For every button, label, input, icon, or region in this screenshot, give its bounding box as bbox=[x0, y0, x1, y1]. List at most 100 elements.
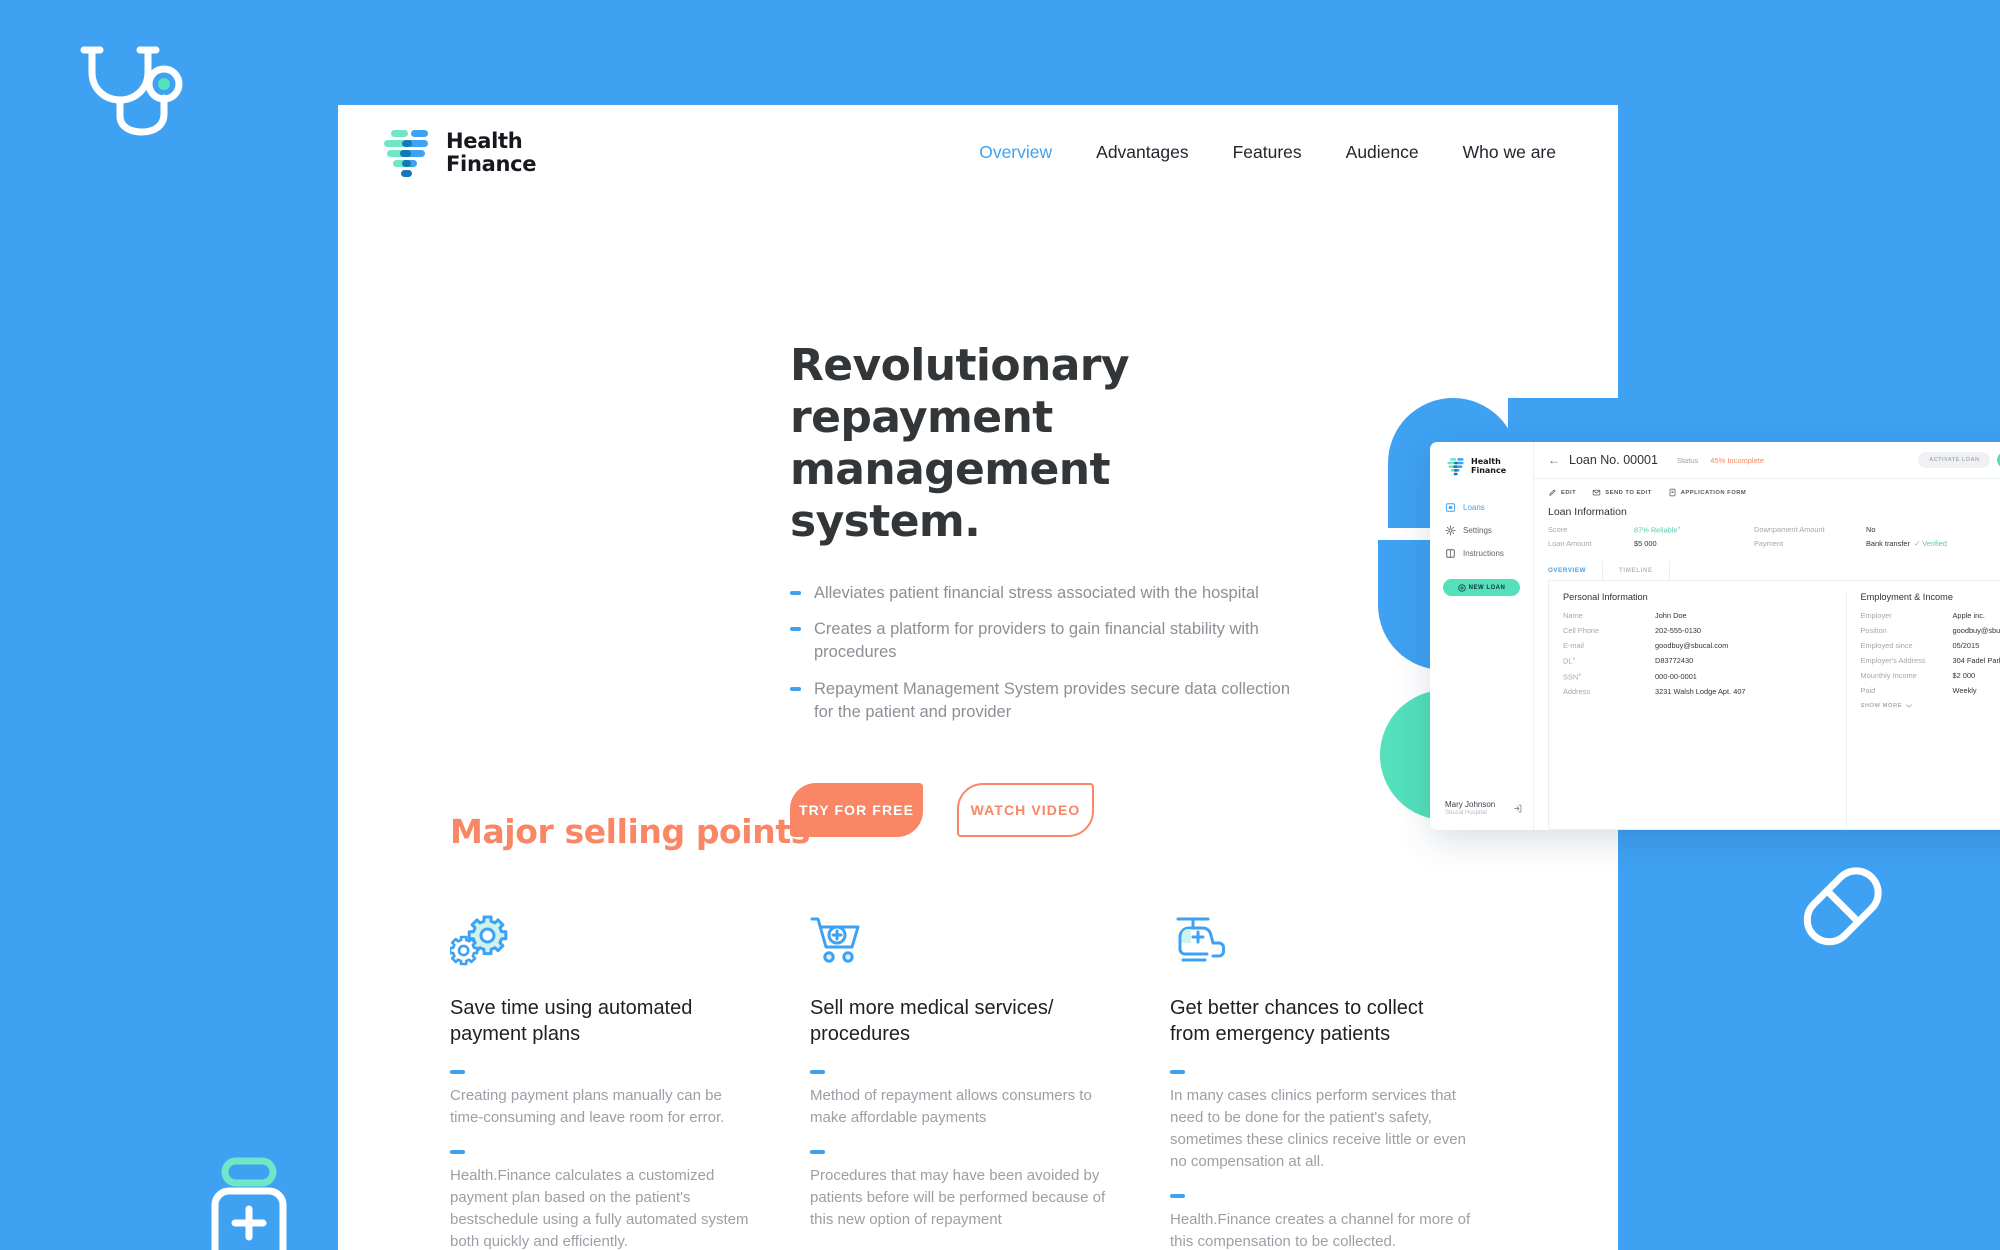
try-for-free-button[interactable]: TRY FOR FREE bbox=[790, 783, 923, 837]
show-more-label: SHOW MORE bbox=[1860, 703, 1903, 710]
divider-dash bbox=[1170, 1069, 1185, 1074]
field-value: John Doe bbox=[1655, 611, 1687, 621]
topbar-actions: ACTIVATE LOAN APPROVE LOAN DECLINE LOAN bbox=[1918, 452, 2000, 468]
sidebar-item-label: Loans bbox=[1463, 503, 1485, 512]
field-key: Mounthly Income bbox=[1860, 671, 1917, 681]
new-loan-button[interactable]: NEW LOAN bbox=[1443, 579, 1520, 596]
edit-button[interactable]: EDIT bbox=[1548, 488, 1576, 497]
selling-point-card: Get better chances to collect from emerg… bbox=[1170, 913, 1530, 1250]
loans-icon bbox=[1445, 503, 1456, 512]
edit-label: EDIT bbox=[1561, 489, 1577, 496]
nav-item-features[interactable]: Features bbox=[1233, 142, 1302, 163]
logout-icon[interactable] bbox=[1512, 803, 1523, 814]
app-brand-line2: Finance bbox=[1471, 465, 1507, 475]
brand-logo[interactable]: Health Finance bbox=[378, 127, 537, 179]
book-icon bbox=[1446, 549, 1455, 558]
card-paragraph: Health.Finance creates a channel for mor… bbox=[1170, 1210, 1471, 1250]
send-to-edit-label: SEND TO EDIT bbox=[1605, 489, 1652, 496]
loan-information-heading: Loan Information bbox=[1548, 506, 1627, 518]
tab-overview[interactable]: OVERVIEW bbox=[1548, 561, 1604, 581]
back-arrow-icon[interactable]: ← bbox=[1548, 454, 1560, 466]
activate-loan-button[interactable]: ACTIVATE LOAN bbox=[1918, 452, 1991, 468]
loan-amount-key: Loan Amount bbox=[1548, 539, 1592, 549]
card-title-line2: payment plans bbox=[450, 1023, 581, 1046]
loan-score-key: Score bbox=[1548, 525, 1568, 534]
field-key: Paid bbox=[1860, 686, 1876, 696]
card-paragraph: Health.Finance calculates a customized p… bbox=[450, 1166, 749, 1250]
divider-dash bbox=[450, 1069, 465, 1074]
loan-information-grid: Score 87% Reliable● Downpament Amount No… bbox=[1534, 525, 2000, 548]
field-value: goodbuy@sbucal.com bbox=[1655, 641, 1729, 651]
divider-dash bbox=[1170, 1193, 1185, 1198]
sidebar-item-loans[interactable]: Loans bbox=[1430, 496, 1533, 519]
field-key: Position bbox=[1860, 626, 1887, 636]
sidebar-item-label: Instructions bbox=[1463, 549, 1504, 558]
downpayment-key: Downpament Amount bbox=[1754, 525, 1825, 534]
table-row: Employed since 05/2015 bbox=[1861, 641, 2000, 650]
card-title-line1: Save time using automated bbox=[450, 997, 693, 1019]
overview-panel: Personal Information Name John Doe Cell P… bbox=[1548, 581, 2000, 830]
hero-artwork: Health Finance Loans Settings Instructio… bbox=[1038, 290, 2000, 830]
table-row: Name John Doe bbox=[1563, 611, 1832, 620]
table-row: SSN● 000-00-0001 bbox=[1563, 672, 1832, 681]
chevron-down-icon bbox=[1906, 704, 1912, 709]
card-title: Get better chances to collect from emerg… bbox=[1170, 995, 1472, 1048]
site-header: Health Finance Overview Advantages Featu… bbox=[338, 105, 1618, 200]
field-key: Employer bbox=[1860, 611, 1892, 621]
status-badge: 45% Incomplete bbox=[1710, 455, 1765, 465]
divider-dash bbox=[450, 1149, 465, 1154]
gear-icon bbox=[1445, 525, 1456, 536]
sidebar-item-instructions[interactable]: Instructions bbox=[1430, 542, 1533, 565]
payment-value: Bank transfer ✓ Verified bbox=[1866, 539, 2000, 548]
nav-item-advantages[interactable]: Advantages bbox=[1096, 142, 1188, 163]
field-key: Name bbox=[1563, 611, 1583, 621]
verified-badge: ✓ Verified bbox=[1913, 539, 1947, 549]
plus-circle-icon bbox=[1457, 583, 1466, 592]
selling-point-card: Sell more medical services/ procedures M… bbox=[810, 913, 1170, 1250]
loan-score-value: 87% Reliable● bbox=[1634, 525, 1754, 534]
field-key: Address bbox=[1563, 687, 1591, 697]
info-superscript-icon: ● bbox=[1578, 671, 1582, 678]
table-row: E-mail goodbuy@sbucal.com bbox=[1563, 641, 1832, 650]
pill-capsule-icon bbox=[1790, 855, 1895, 965]
application-form-button[interactable]: APPLICATION FORM bbox=[1668, 488, 1747, 497]
field-value: goodbuy@sbucal.com bbox=[1952, 626, 2000, 636]
table-row: Paid Weekly bbox=[1861, 686, 2000, 695]
field-value: Weekly bbox=[1952, 686, 1977, 696]
employment-income-heading: Employment & Income bbox=[1860, 592, 1953, 603]
card-title-line2: from emergency patients bbox=[1170, 1023, 1391, 1046]
watch-video-button[interactable]: WATCH VIDEO bbox=[957, 783, 1094, 837]
show-more-button[interactable]: SHOW MORE bbox=[1861, 703, 2000, 709]
tab-timeline[interactable]: TIMELINE bbox=[1619, 561, 1670, 581]
envelope-icon bbox=[1592, 489, 1601, 496]
field-key: Employed since bbox=[1860, 641, 1913, 651]
brand-name-line2: Finance bbox=[446, 151, 537, 176]
table-row: Mounthly Income $2 000 bbox=[1861, 671, 2000, 680]
nav-item-audience[interactable]: Audience bbox=[1346, 142, 1419, 163]
table-row: Employer's Address 304 Fadel Parkways bbox=[1861, 656, 2000, 665]
app-mockup-window: Health Finance Loans Settings Instructio… bbox=[1430, 442, 2000, 830]
field-value: Apple inc. bbox=[1952, 611, 1985, 621]
field-key: DL● bbox=[1563, 656, 1655, 665]
info-superscript-icon: ● bbox=[1677, 525, 1681, 531]
nav-item-who-we-are[interactable]: Who we are bbox=[1463, 142, 1556, 163]
divider-dash bbox=[810, 1149, 825, 1154]
employment-income-column: Employment & Income Employer Apple inc. P… bbox=[1845, 592, 2000, 829]
card-title-line2: procedures bbox=[810, 1023, 911, 1046]
nav-item-overview[interactable]: Overview bbox=[979, 142, 1052, 163]
divider-dash bbox=[810, 1069, 825, 1074]
sidebar-item-settings[interactable]: Settings bbox=[1430, 519, 1533, 542]
field-value: 3231 Walsh Lodge Apt. 407 bbox=[1655, 687, 1746, 697]
app-brand-name: Health Finance bbox=[1471, 457, 1507, 476]
app-sidebar-nav: Loans Settings Instructions bbox=[1430, 496, 1533, 565]
personal-information-heading: Personal Information bbox=[1563, 592, 1648, 603]
hero-section: Revolutionary repayment management syste… bbox=[338, 200, 2000, 837]
brand-name-line1: Health bbox=[446, 128, 523, 153]
personal-information-column: Personal Information Name John Doe Cell P… bbox=[1549, 592, 1846, 829]
app-main: ← Loan No. 00001 Status 45% Incomplete A… bbox=[1534, 442, 2000, 830]
medicine-bottle-icon bbox=[205, 1155, 295, 1250]
card-title-line1: Get better chances to collect bbox=[1170, 997, 1424, 1019]
shopping-cart-plus-icon bbox=[810, 913, 1112, 973]
send-to-edit-button[interactable]: SEND TO EDIT bbox=[1592, 488, 1651, 497]
app-brand-logo: Health Finance bbox=[1430, 457, 1533, 476]
